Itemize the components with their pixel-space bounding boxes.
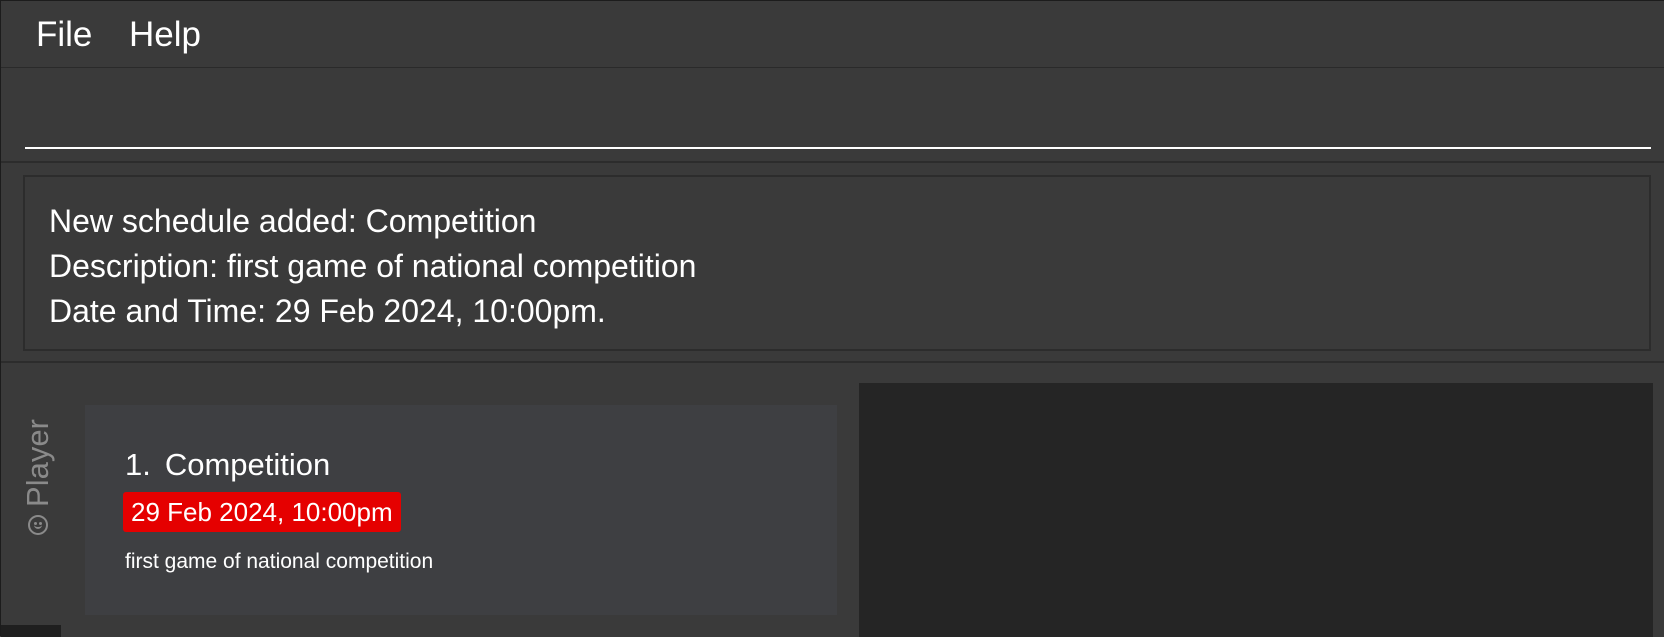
result-display-area: New schedule added: Competition Descript…: [1, 163, 1664, 363]
detail-panel: [859, 383, 1653, 637]
result-line-1: New schedule added: Competition: [49, 203, 537, 239]
command-input[interactable]: [25, 92, 1651, 149]
schedule-datetime-badge: 29 Feb 2024, 10:00pm: [123, 492, 401, 532]
tab-player[interactable]: Player: [15, 411, 61, 543]
content-area: Player 1. Competition 29 Feb 2024, 10:00p…: [1, 363, 1664, 637]
tab-player-content: Player: [20, 419, 56, 535]
menu-file[interactable]: File: [36, 15, 92, 55]
schedule-card-description: first game of national competition: [125, 550, 434, 573]
tab-strip: Player: [1, 363, 76, 637]
schedule-list-panel: 1. Competition 29 Feb 2024, 10:00pm first…: [76, 363, 856, 637]
result-display: New schedule added: Competition Descript…: [23, 175, 1651, 351]
smiley-icon: [28, 514, 48, 535]
result-line-2: Description: first game of national comp…: [49, 248, 697, 284]
tab-player-label: Player: [20, 419, 55, 507]
schedule-card-title: 1. Competition: [125, 447, 330, 483]
command-box-area: [1, 68, 1664, 163]
menu-help[interactable]: Help: [129, 15, 201, 55]
schedule-card-index: 1.: [125, 447, 151, 482]
schedule-card[interactable]: 1. Competition 29 Feb 2024, 10:00pm first…: [85, 405, 837, 615]
schedule-card-name: Competition: [164, 447, 331, 482]
tab-strip-edge: [1, 625, 61, 637]
result-line-3: Date and Time: 29 Feb 2024, 10:00pm.: [49, 293, 606, 329]
app-window: File Help New schedule added: Competitio…: [0, 0, 1664, 637]
menu-bar: File Help: [1, 1, 1664, 68]
